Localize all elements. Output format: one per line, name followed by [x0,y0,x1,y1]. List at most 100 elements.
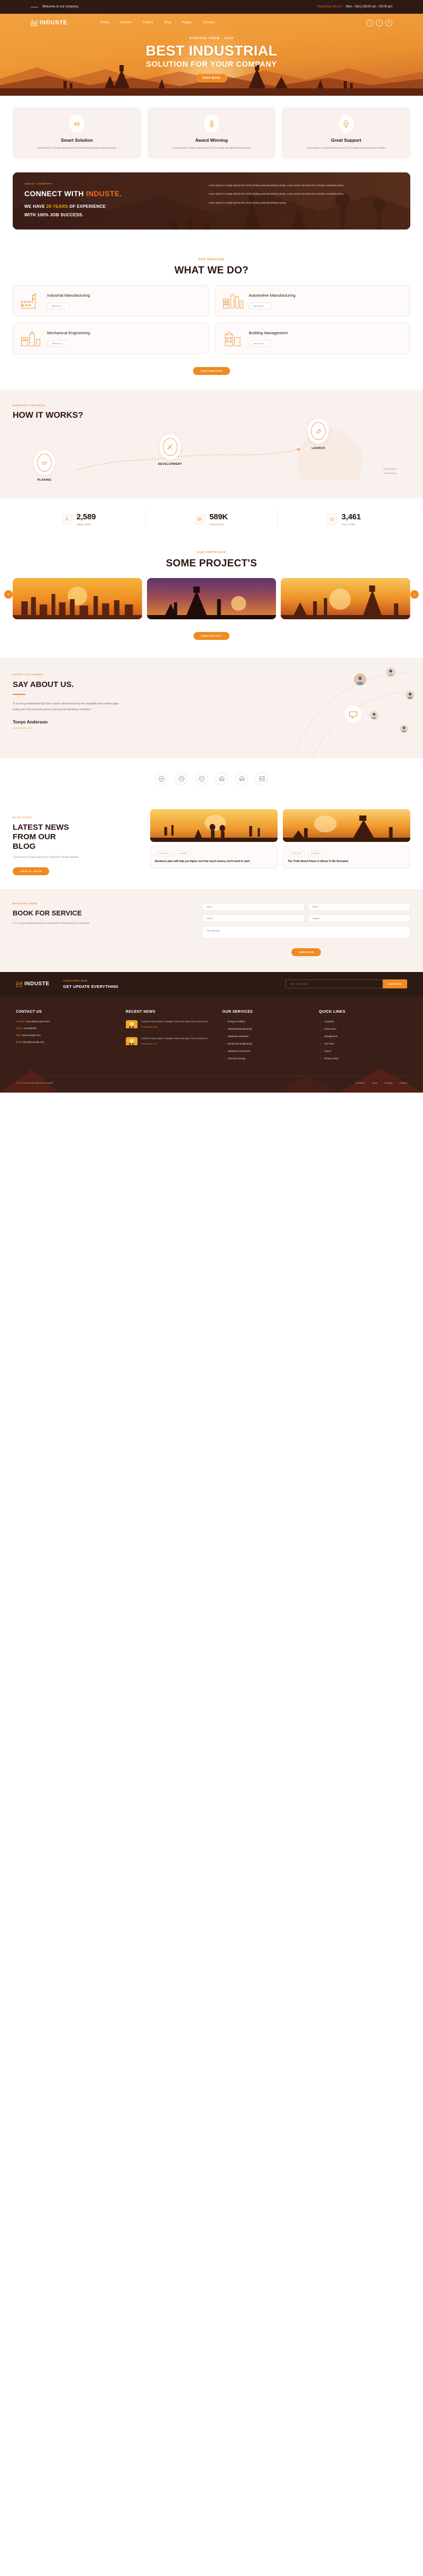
footer-news-item[interactable]: LOREM IPSUM SIMPLY DUMME PRINTING AND TY… [125,1020,214,1031]
site-logo[interactable]: INDUSTE [31,20,67,26]
news-thumb-image [125,1037,137,1048]
blog-title: LATEST NEWS FROM OUR BLOG [13,823,144,851]
portfolio-slide[interactable] [281,578,411,620]
service-details-button[interactable]: DETAILS → [47,302,70,310]
footer-contact-value[interactable]: www.example.com [22,1034,41,1037]
service-details-button[interactable]: DETAILS → [249,340,272,347]
footer-copyright-text: Made with ♥ by ThemeIM [29,1081,53,1084]
footer-service-link[interactable]: → Industrial Automation [223,1035,311,1038]
footer-contact-heading: CONTACT US [16,1010,42,1014]
service-card[interactable]: Building Management DETAILS → [214,323,410,355]
footer-service-link[interactable]: → Oil & Gas Energy [223,1057,311,1060]
nav-item-home[interactable]: Home [100,21,109,24]
testimonial-quote: "It is a long established fact that a re… [13,702,119,712]
blog-post-date-chip: 03 FEB, 2021 [288,851,305,857]
brand-logo-2[interactable] [175,772,188,785]
nav-item-project[interactable]: Project [143,21,153,24]
footer-bottom-link[interactable]: Company [384,1082,393,1084]
feature-card-award-winning[interactable]: Award Winning Lorem ipsum is simply dumm… [147,107,276,159]
footer-news-item[interactable]: LOREM IPSUM SIMPLY DUMME PRINTING AND TY… [125,1037,214,1048]
about-left: ABOUT COMPANY CONNECT WITH INDUSTE. WE H… [24,183,200,219]
service-details-button[interactable]: DETAILS → [249,302,272,310]
blog-post[interactable]: 03 FEB, 2021 BY ADMIN The Truth About Po… [283,809,410,875]
footer-news-title: LOREM IPSUM SIMPLY DUMME PRINTING AND TY… [141,1020,208,1023]
footer-bottom-link[interactable]: Terms [372,1082,377,1084]
view-services-button[interactable]: VIEW SERVICES [193,367,230,375]
service-card[interactable]: Automotive Manufacturing DETAILS → [214,285,410,317]
brand-logo-5[interactable] [235,772,248,785]
counter-label: Projects Done [209,523,224,526]
footer-quick-link[interactable]: → Company [319,1020,407,1023]
linkedin-icon[interactable]: in [385,19,392,26]
counters-section: 2,589 Happy Clients 589K Projects Done 3… [0,499,423,539]
logo-text: INDUSTE [40,20,68,26]
footer-contact-label: Phone: [16,1026,23,1030]
view-project-button[interactable]: VIEW PROJECT [194,632,229,640]
footer-bottom-link[interactable]: Disclaimer [356,1082,365,1084]
view-all-blog-button[interactable]: VIEW ALL BLOG [13,867,50,875]
booking-email-input[interactable] [308,902,411,911]
facebook-icon[interactable]: f [366,19,373,26]
service-card[interactable]: Industrial Manufacturing DETAILS → [13,285,209,317]
nav-item-pages[interactable]: Pages [182,21,192,24]
booking-subject-input[interactable] [308,914,411,922]
nav-item-contact[interactable]: Contact [203,21,215,24]
brand-logo-3[interactable] [195,772,208,785]
portfolio-slide[interactable] [146,578,277,620]
footer-copyright: © 2021 Induste Made with ♥ by ThemeIM [16,1082,53,1084]
nav-item-service[interactable]: Service [120,21,131,24]
brand-logo-6[interactable] [255,772,268,785]
blog-post-title[interactable]: The Truth About Power Is About To Be Rev… [288,859,406,864]
feature-card-great-support[interactable]: Great Support Lorem ipsum is simply dumm… [282,107,411,159]
footer-service-label: Industrial Manufacturing [227,1027,252,1030]
footer-service-link[interactable]: → Industrial Manufacturing [223,1028,311,1030]
avatar[interactable] [406,691,415,700]
blog-post[interactable]: 03 FEB, 2021 BY ADMIN Business plan will… [150,809,278,875]
blog-post-title[interactable]: Business plan will help you figure out h… [155,859,273,864]
footer-quick-link[interactable]: → Privacy Policy [319,1057,407,1060]
about-panel: ABOUT COMPANY CONNECT WITH INDUSTE. WE H… [13,172,410,230]
footer-quick-link[interactable]: → Help Center [319,1028,407,1030]
portfolio-prev-button[interactable]: ‹ [4,590,13,599]
twitter-icon[interactable]: t [376,19,383,26]
footer-service-link[interactable]: → Energy & Utilities [223,1020,311,1023]
blog-post-meta: 03 FEB, 2021 BY ADMIN [288,851,406,857]
avatar-image [400,725,408,733]
subscribe-button[interactable]: SUBSCRIBE [382,979,407,989]
booking-name-input[interactable] [202,902,305,911]
subscribe-email-input[interactable] [286,979,383,989]
counter-body: 589K Projects Done [209,512,228,526]
booking-send-button[interactable]: SEND NOW [291,948,321,956]
portfolio-next-button[interactable]: › [410,590,419,599]
footer-logo[interactable]: INDUSTE [16,981,49,987]
footer-service-link[interactable]: → Mechanical Engineering [223,1042,311,1045]
portfolio-slide[interactable] [13,578,142,620]
nav-item-blog[interactable]: Blog [164,21,171,24]
brand-logo-1[interactable] [155,772,168,785]
opening-hours: Opening Hours: Mon - Sat || 08:00 am - 0… [317,5,392,8]
opening-hours-label: Opening Hours: [317,5,343,8]
footer-bottom-link[interactable]: Linkedin [400,1082,407,1084]
blog-description: Lorem Ipsum is simply dummy text of laen… [13,856,79,859]
feature-text: Lorem ipsum is simply dummy text of the … [37,146,117,149]
blog-post-date-chip: 03 FEB, 2021 [155,851,172,857]
step-development[interactable]: DEVELOPMENT [158,434,182,466]
hero-read-more-button[interactable]: READ MORE [195,74,228,82]
booking-phone-input[interactable] [202,914,305,922]
brand-logo-4[interactable] [215,772,228,785]
service-details-button[interactable]: DETAILS → [47,340,70,347]
feature-card-smart-solution[interactable]: Smart Solution Lorem ipsum is simply dum… [13,107,141,159]
footer-quick-link[interactable]: → Management [319,1035,407,1038]
step-launch[interactable]: LAUNCH [308,418,329,450]
booking-message-textarea[interactable] [202,925,410,939]
footer-contact-value[interactable]: demo@example.com [23,1041,44,1043]
footer-quick-link[interactable]: → Our Team [319,1042,407,1045]
footer-service-link[interactable]: → Industrial Construction [223,1050,311,1052]
service-card[interactable]: Mechanical Engineering DETAILS → [13,323,209,355]
footer-contact-column: CONTACT US Location: Your address goes h… [16,1010,117,1065]
hero-eyebrow: STARTED FROM - 1998 [189,37,234,40]
avatar-image [355,674,365,685]
step-planing[interactable]: PLANING [34,450,55,482]
footer-quick-link[interactable]: → Career [319,1050,407,1052]
top-bar-welcome: Welcome to our company. [31,5,79,8]
